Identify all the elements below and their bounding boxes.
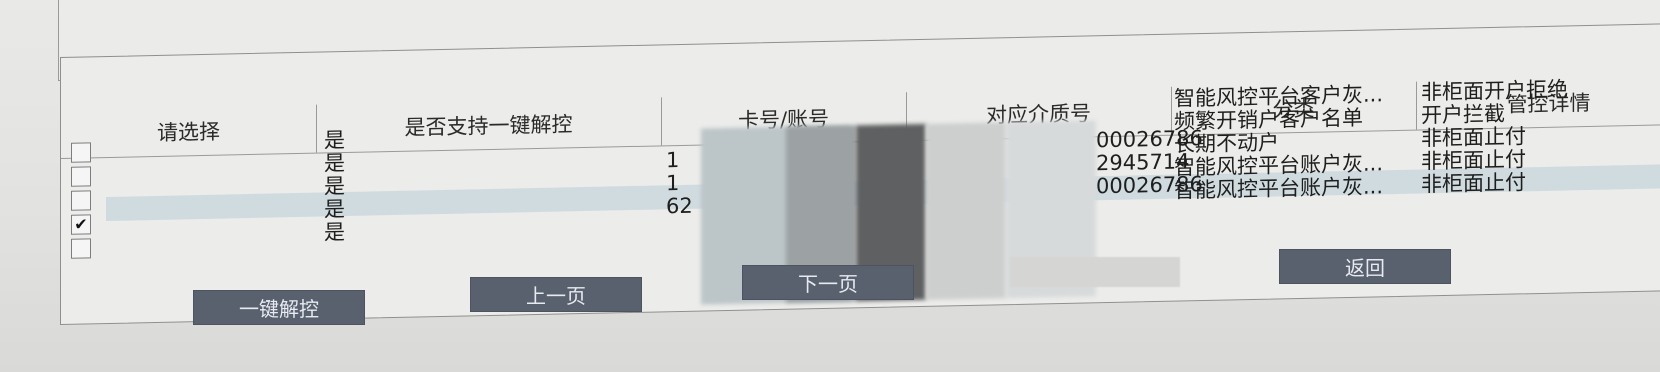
detail-cell: 非柜面止付 [1421, 170, 1526, 197]
support-cell: 是 [324, 220, 345, 245]
redacted-medium-area [926, 122, 1006, 300]
category-cell: 智能风控平台账户灰... [1174, 174, 1384, 203]
row-checkbox-checked[interactable]: ✔ [71, 214, 91, 235]
card-cell: 1 [666, 148, 680, 173]
row-checkbox[interactable] [71, 238, 91, 259]
page-root: 请选择 是否支持一键解控 卡号/账号 对应介质号 分类 管控详情 ✔ 是 是 是… [0, 0, 1660, 372]
header-support-unlock: 是否支持一键解控 [316, 97, 662, 153]
card-cell: 1 [666, 171, 680, 196]
prev-page-button[interactable]: 上一页 [470, 277, 642, 312]
card-cell: 62 [666, 193, 693, 219]
back-button[interactable]: 返回 [1279, 249, 1451, 284]
row-checkbox[interactable] [71, 166, 91, 187]
row-checkbox[interactable] [71, 142, 91, 163]
header-select: 请选择 [61, 104, 317, 158]
row-checkbox[interactable] [71, 190, 91, 211]
hidden-button-area [1010, 257, 1180, 287]
next-page-button[interactable]: 下一页 [742, 265, 914, 300]
unlock-all-button[interactable]: 一键解控 [193, 290, 365, 325]
